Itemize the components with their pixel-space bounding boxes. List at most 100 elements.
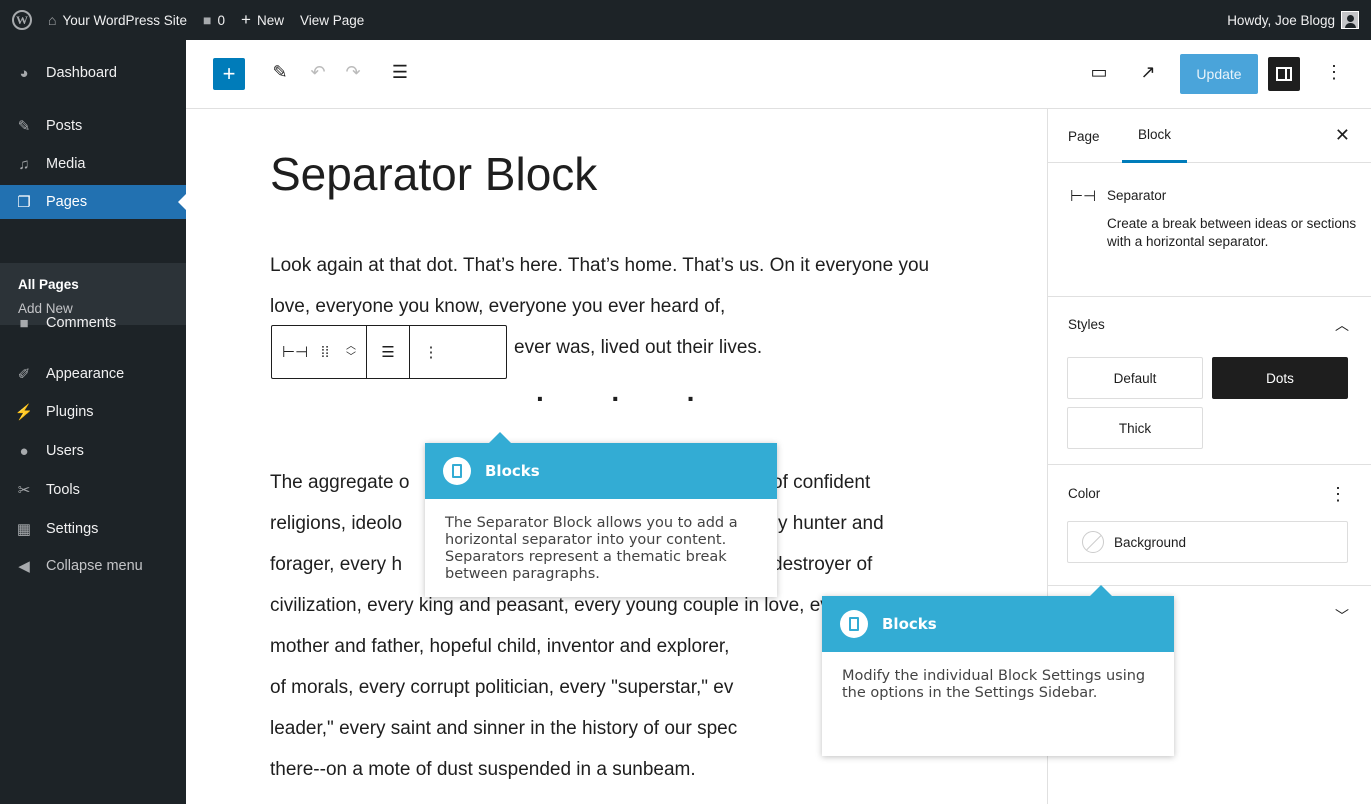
block-card-title: Separator xyxy=(1107,188,1167,203)
separator-dot: · xyxy=(686,383,696,414)
background-label: Background xyxy=(1114,534,1187,550)
sidebar-item-users[interactable]: ● Users xyxy=(0,434,186,468)
line-text-right: of confident xyxy=(772,472,871,493)
settings-tabs: Page Block ✕ xyxy=(1048,109,1371,163)
style-dots-button[interactable]: Dots xyxy=(1212,357,1348,399)
plus-icon: + xyxy=(222,61,236,86)
blocks-tooltip-separator: Blocks The Separator Block allows you to… xyxy=(425,432,777,597)
sidebar-item-pages[interactable]: ❐ Pages xyxy=(0,185,186,219)
comments-link[interactable]: ■ 0 xyxy=(195,0,233,40)
submenu-all-pages[interactable]: All Pages xyxy=(18,277,79,292)
block-card: ⊢⊣ Separator Create a break between idea… xyxy=(1048,163,1371,297)
brush-icon: ✐ xyxy=(17,366,31,383)
kebab-icon[interactable]: ⋮ xyxy=(420,343,442,361)
tooltip-arrow xyxy=(489,432,511,443)
align-icon[interactable]: ☰ xyxy=(377,343,399,361)
sidebar-item-dashboard[interactable]: ◕ Dashboard xyxy=(0,56,186,90)
background-color-button[interactable]: Background xyxy=(1067,521,1348,563)
update-button[interactable]: Update xyxy=(1180,54,1258,94)
block-toolbar: ⊢⊣ ⁞⁞ ︿ ﹀ ☰ ⋮ xyxy=(271,325,507,379)
sidebar-item-appearance[interactable]: ✐ Appearance xyxy=(0,357,186,391)
sidebar-item-label: Plugins xyxy=(46,404,94,420)
admin-sidebar: ◕ Dashboard ✎ Posts ♫ Media ❐ Pages All Page… xyxy=(0,40,186,804)
block-card-description: Create a break between ideas or sections… xyxy=(1107,216,1357,249)
tooltip-title: Blocks xyxy=(485,462,540,480)
drag-handle-icon[interactable]: ⁞⁞ xyxy=(314,344,336,361)
settings-toggle-button[interactable] xyxy=(1268,57,1300,91)
pages-icon: ❐ xyxy=(17,194,31,211)
sidebar-item-label: Appearance xyxy=(46,366,125,382)
separator-icon: ⊢⊣ xyxy=(1070,188,1097,205)
line-text-right: y hunter and xyxy=(778,513,884,534)
new-content-link[interactable]: + New xyxy=(233,0,292,40)
blocks-tooltip-settings: Blocks Modify the individual Block Setti… xyxy=(822,585,1174,756)
sidebar-item-label: Dashboard xyxy=(46,65,117,81)
tooltip-header: Blocks xyxy=(425,443,777,499)
kebab-icon: ⋮ xyxy=(1329,484,1347,504)
external-link-icon: ↗ xyxy=(1140,62,1156,82)
line-text-right: destroyer of xyxy=(772,554,873,575)
howdy-label: Howdy, Joe Blogg xyxy=(1227,12,1335,28)
separator-icon[interactable]: ⊢⊣ xyxy=(282,343,308,361)
block-toolbar-group-more: ⋮ xyxy=(410,326,452,378)
style-default-button[interactable]: Default xyxy=(1067,357,1203,399)
home-icon: ⌂ xyxy=(48,12,57,28)
sidebar-item-tools[interactable]: ✂ Tools xyxy=(0,473,186,507)
sidebar-item-settings[interactable]: ▦ Settings xyxy=(0,512,186,546)
comment-icon: ■ xyxy=(19,314,29,332)
separator-dot: · xyxy=(611,383,621,414)
sidebar-item-comments[interactable]: ■ Comments xyxy=(0,306,186,340)
comment-icon: ■ xyxy=(203,12,212,28)
site-name-link[interactable]: ⌂ Your WordPress Site xyxy=(40,0,195,40)
sidebar-collapse-menu[interactable]: ◀ Collapse menu xyxy=(0,549,186,583)
sidebar-item-posts[interactable]: ✎ Posts xyxy=(0,109,186,143)
editor-header: + ✎ ↶ ↷ ☰ ▭ ↗ Update ⋮ xyxy=(186,40,1371,109)
view-page-link[interactable]: View Page xyxy=(292,0,372,40)
plus-icon: + xyxy=(241,10,251,29)
redo-button[interactable]: ↷ xyxy=(341,62,365,83)
chevron-up-icon[interactable]: ︿ xyxy=(1335,315,1349,335)
separator-dot: · xyxy=(536,383,546,414)
laptop-icon: ▭ xyxy=(1090,62,1108,82)
close-icon: ✕ xyxy=(1334,125,1350,145)
users-icon: ● xyxy=(19,442,29,460)
tab-page[interactable]: Page xyxy=(1068,109,1100,163)
view-post-button[interactable]: ↗ xyxy=(1136,62,1160,83)
wordpress-logo-icon: W xyxy=(12,10,32,30)
dashboard-icon: ◕ xyxy=(19,64,29,82)
list-view-icon: ☰ xyxy=(391,62,409,82)
style-thick-button[interactable]: Thick xyxy=(1067,407,1203,449)
styles-panel-title[interactable]: Styles xyxy=(1068,317,1105,332)
edit-mode-button[interactable]: ✎ xyxy=(268,62,292,83)
move-up-down-icon[interactable]: ︿ ﹀ xyxy=(346,341,356,363)
close-settings-button[interactable]: ✕ xyxy=(1335,125,1350,146)
line-text: religions, ideolo xyxy=(270,513,403,534)
sidebar-item-media[interactable]: ♫ Media xyxy=(0,147,186,181)
sidebar-item-label: Pages xyxy=(46,194,88,210)
list-view-button[interactable]: ☰ xyxy=(388,62,412,83)
pencil-icon: ✎ xyxy=(272,62,288,82)
chevron-down-icon[interactable]: ﹀ xyxy=(1335,606,1349,626)
color-swatch-icon xyxy=(1082,531,1104,553)
tooltip-body: Modify the individual Block Settings usi… xyxy=(842,668,1146,701)
sidebar-item-label: Collapse menu xyxy=(46,558,143,574)
undo-button[interactable]: ↶ xyxy=(306,62,330,83)
site-name-label: Your WordPress Site xyxy=(62,12,188,28)
color-options-button[interactable]: ⋮ xyxy=(1329,485,1347,503)
line-text: The aggregate o xyxy=(270,472,410,493)
page-title[interactable]: Separator Block xyxy=(270,147,597,201)
settings-icon: ▦ xyxy=(16,521,32,538)
my-account-link[interactable]: Howdy, Joe Blogg xyxy=(1219,0,1371,40)
preview-button[interactable]: ▭ xyxy=(1087,62,1111,83)
tooltip-arrow xyxy=(1090,585,1112,596)
separator-block-dots[interactable]: · · · xyxy=(536,383,696,414)
sidebar-item-plugins[interactable]: ⚡ Plugins xyxy=(0,395,186,429)
sidebar-item-label: Users xyxy=(46,443,84,459)
new-label: New xyxy=(256,12,284,28)
wordpress-logo-button[interactable]: W xyxy=(0,0,40,40)
add-block-button[interactable]: + xyxy=(213,58,245,90)
collapse-icon: ◀ xyxy=(18,558,30,575)
plugin-icon: ⚡ xyxy=(14,404,34,421)
options-menu-button[interactable]: ⋮ xyxy=(1322,62,1346,83)
tab-block[interactable]: Block xyxy=(1122,109,1188,163)
